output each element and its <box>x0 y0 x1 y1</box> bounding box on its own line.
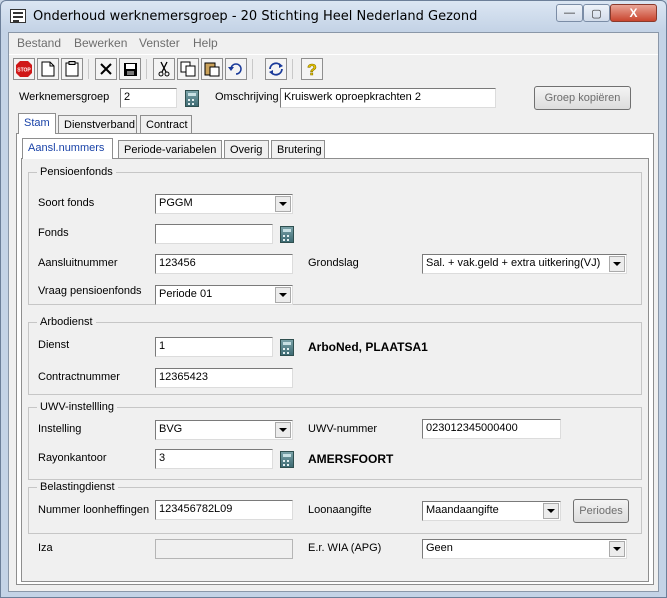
menu-bestand[interactable]: Bestand <box>17 36 61 50</box>
arbodienst-title: Arbodienst <box>37 316 96 328</box>
svg-text:?: ? <box>307 62 317 77</box>
loonaangifte-select[interactable]: Maandaangifte <box>422 501 561 521</box>
clipboard-icon[interactable] <box>61 58 83 80</box>
contractnummer-field[interactable]: 12365423 <box>155 368 293 388</box>
grondslag-select[interactable]: Sal. + vak.geld + extra uitkering(VJ) <box>422 254 627 274</box>
chevron-down-icon[interactable] <box>275 196 291 212</box>
new-document-icon[interactable] <box>37 58 59 80</box>
tab-brutering[interactable]: Brutering <box>271 140 325 159</box>
toolbar: STOP ? <box>9 54 658 82</box>
fonds-label: Fonds <box>38 227 69 239</box>
refresh-icon[interactable] <box>265 58 287 80</box>
vraag-pensioenfonds-select[interactable]: Periode 01 <box>155 285 293 305</box>
client-area: Bestand Bewerken Venster Help STOP ? Wer… <box>8 32 659 592</box>
title-bar: Onderhoud werknemersgroep - 20 Stichting… <box>1 1 666 31</box>
grondslag-label: Grondslag <box>308 257 359 269</box>
uwv-nummer-label: UWV-nummer <box>308 423 378 435</box>
dienst-label: Dienst <box>38 339 70 351</box>
instelling-label: Instelling <box>38 423 82 435</box>
fonds-field[interactable] <box>155 224 273 244</box>
instelling-select[interactable]: BVG <box>155 420 293 440</box>
calculator-icon[interactable] <box>280 451 294 468</box>
dienst-field[interactable]: 1 <box>155 337 273 357</box>
chevron-down-icon[interactable] <box>275 287 291 303</box>
belastingdienst-title: Belastingdienst <box>37 481 118 493</box>
delete-x-icon[interactable] <box>95 58 117 80</box>
nummer-loonheffingen-label: Nummer loonheffingen <box>38 504 150 516</box>
svg-text:STOP: STOP <box>17 68 31 74</box>
calculator-icon[interactable] <box>185 90 199 107</box>
contractnummer-label: Contractnummer <box>38 371 120 383</box>
tab-dienstverband[interactable]: Dienstverband <box>58 115 137 134</box>
loonaangifte-label: Loonaangifte <box>308 504 372 516</box>
paste-icon[interactable] <box>201 58 223 80</box>
vraag-pensioenfonds-label: Vraag pensioenfonds <box>38 285 142 297</box>
app-icon <box>10 9 26 23</box>
calculator-icon[interactable] <box>280 339 294 356</box>
tab-stam[interactable]: Stam <box>18 113 56 134</box>
uwv-title: UWV-instellling <box>37 401 117 413</box>
close-button[interactable]: X <box>610 4 657 22</box>
tab-aansl-nummers[interactable]: Aansl.nummers <box>22 138 113 159</box>
arbodienst-group: Arbodienst <box>28 316 642 395</box>
omschrijving-field[interactable]: Kruiswerk oproepkrachten 2 <box>280 88 496 108</box>
aansluitnummer-label: Aansluitnummer <box>38 257 118 269</box>
soort-fonds-label: Soort fonds <box>38 197 95 209</box>
tab-periode-variabelen[interactable]: Periode-variabelen <box>118 140 222 159</box>
menu-venster[interactable]: Venster <box>139 36 180 50</box>
rayonkantoor-label: Rayonkantoor <box>38 452 107 464</box>
periodes-button[interactable]: Periodes <box>573 499 629 523</box>
chevron-down-icon[interactable] <box>275 422 291 438</box>
aansl-nummers-panel: Pensioenfonds Soort fonds PGGM Fonds Aan… <box>21 158 649 582</box>
menu-bar: Bestand Bewerken Venster Help <box>9 33 658 53</box>
help-question-icon[interactable]: ? <box>301 58 323 80</box>
aansluitnummer-field[interactable]: 123456 <box>155 254 293 274</box>
maximize-button[interactable]: ▢ <box>583 4 610 22</box>
iza-field <box>155 539 293 559</box>
application-window: Onderhoud werknemersgroep - 20 Stichting… <box>0 0 667 598</box>
dienst-name: ArboNed, PLAATSA1 <box>308 340 428 354</box>
nummer-loonheffingen-field[interactable]: 123456782L09 <box>155 500 293 520</box>
rayonkantoor-field[interactable]: 3 <box>155 449 273 469</box>
rayonkantoor-name: AMERSFOORT <box>308 452 394 466</box>
save-disk-icon[interactable] <box>119 58 141 80</box>
calculator-icon[interactable] <box>280 226 294 243</box>
scissors-icon[interactable] <box>153 58 175 80</box>
tab-overig[interactable]: Overig <box>224 140 269 159</box>
tab-contract[interactable]: Contract <box>140 115 192 134</box>
minimize-button[interactable]: — <box>556 4 583 22</box>
chevron-down-icon[interactable] <box>543 503 559 519</box>
er-wia-label: E.r. WIA (APG) <box>308 542 382 554</box>
undo-icon[interactable] <box>225 58 247 80</box>
uwv-group: UWV-instellling <box>28 401 642 480</box>
pensioenfonds-title: Pensioenfonds <box>37 166 116 178</box>
chevron-down-icon[interactable] <box>609 256 625 272</box>
soort-fonds-select[interactable]: PGGM <box>155 194 293 214</box>
groep-kopieren-button[interactable]: Groep kopiëren <box>534 86 631 110</box>
window-title: Onderhoud werknemersgroep - 20 Stichting… <box>33 9 478 24</box>
iza-label: Iza <box>38 542 53 554</box>
er-wia-select[interactable]: Geen <box>422 539 627 559</box>
menu-help[interactable]: Help <box>193 36 218 50</box>
uwv-nummer-field[interactable]: 023012345000400 <box>422 419 561 439</box>
stam-panel: Aansl.nummers Periode-variabelen Overig … <box>16 133 654 585</box>
werknemersgroep-label: Werknemersgroep <box>19 91 110 103</box>
chevron-down-icon[interactable] <box>609 541 625 557</box>
copy-icon[interactable] <box>177 58 199 80</box>
menu-bewerken[interactable]: Bewerken <box>74 36 127 50</box>
werknemersgroep-field[interactable]: 2 <box>120 88 177 108</box>
stop-icon[interactable]: STOP <box>13 58 35 80</box>
omschrijving-label: Omschrijving <box>215 91 279 103</box>
